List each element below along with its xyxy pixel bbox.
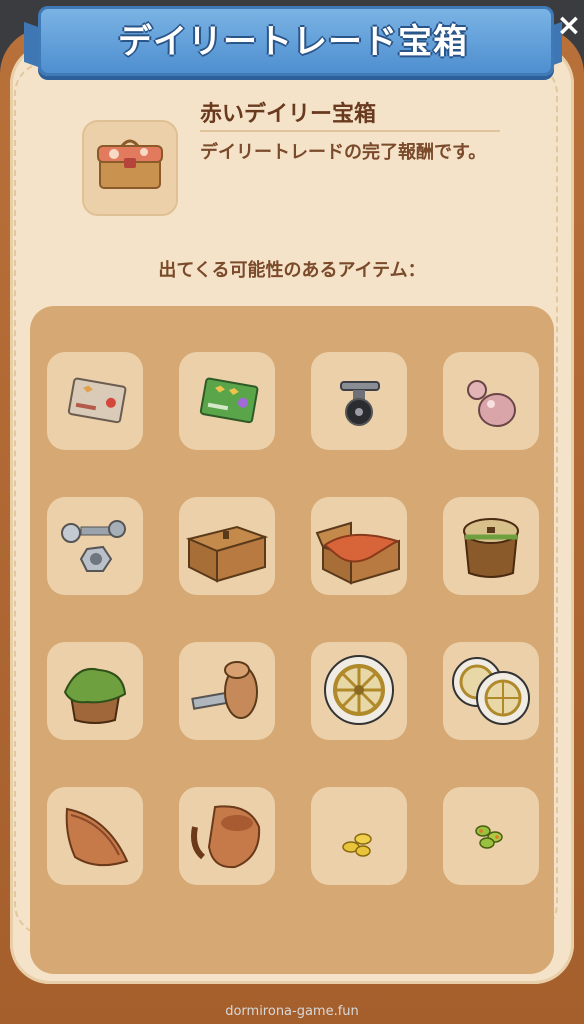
pair-of-wheels-icon	[452, 657, 530, 725]
green-card-icon	[199, 377, 259, 424]
chest-name: 赤いデイリー宝箱	[200, 102, 377, 127]
watermark: dormirona-game.fun	[225, 1004, 359, 1019]
item-slot[interactable]	[443, 787, 539, 885]
beige-card-icon	[67, 377, 127, 424]
dialog-title: デイリートレード宝箱	[118, 22, 468, 62]
item-slot[interactable]	[443, 642, 539, 740]
closed-wooden-crate-icon	[185, 525, 269, 583]
caster-wheel-icon	[340, 381, 380, 426]
item-slot[interactable]	[443, 352, 539, 450]
item-slot[interactable]	[311, 642, 407, 740]
item-slot[interactable]	[179, 352, 275, 450]
close-button[interactable]: ×	[554, 6, 584, 46]
wagon-wheel-icon	[324, 655, 394, 725]
item-slot[interactable]	[311, 352, 407, 450]
chest-icon-box	[82, 120, 178, 216]
wooden-barrel-icon	[463, 518, 519, 578]
item-slot[interactable]	[179, 787, 275, 885]
green-moss-stump-icon	[63, 668, 127, 724]
open-crate-with-cloth-icon	[315, 521, 400, 585]
possible-items-heading: 出てくる可能性のあるアイテム：	[158, 260, 426, 281]
item-slot[interactable]	[179, 642, 275, 740]
screw-plug-icon	[191, 661, 258, 719]
item-slot[interactable]	[443, 497, 539, 595]
pink-knob-icon	[467, 380, 516, 427]
item-slot[interactable]	[311, 787, 407, 885]
red-lunchbox-chest-icon	[97, 139, 163, 189]
divider	[200, 130, 500, 132]
clay-pot-shard-icon	[191, 805, 261, 869]
clay-boat-shard-icon	[65, 807, 129, 867]
green-seeds-icon	[475, 825, 503, 849]
item-slot[interactable]	[47, 642, 143, 740]
item-slot[interactable]	[179, 497, 275, 595]
item-slot[interactable]	[47, 787, 143, 885]
bolt-and-nut-icon	[61, 520, 126, 572]
gold-coins-icon	[342, 833, 372, 857]
item-slot[interactable]	[311, 497, 407, 595]
item-slot[interactable]	[47, 352, 143, 450]
item-slot[interactable]	[47, 497, 143, 595]
chest-description: デイリートレードの完了報酬です。	[200, 142, 487, 163]
